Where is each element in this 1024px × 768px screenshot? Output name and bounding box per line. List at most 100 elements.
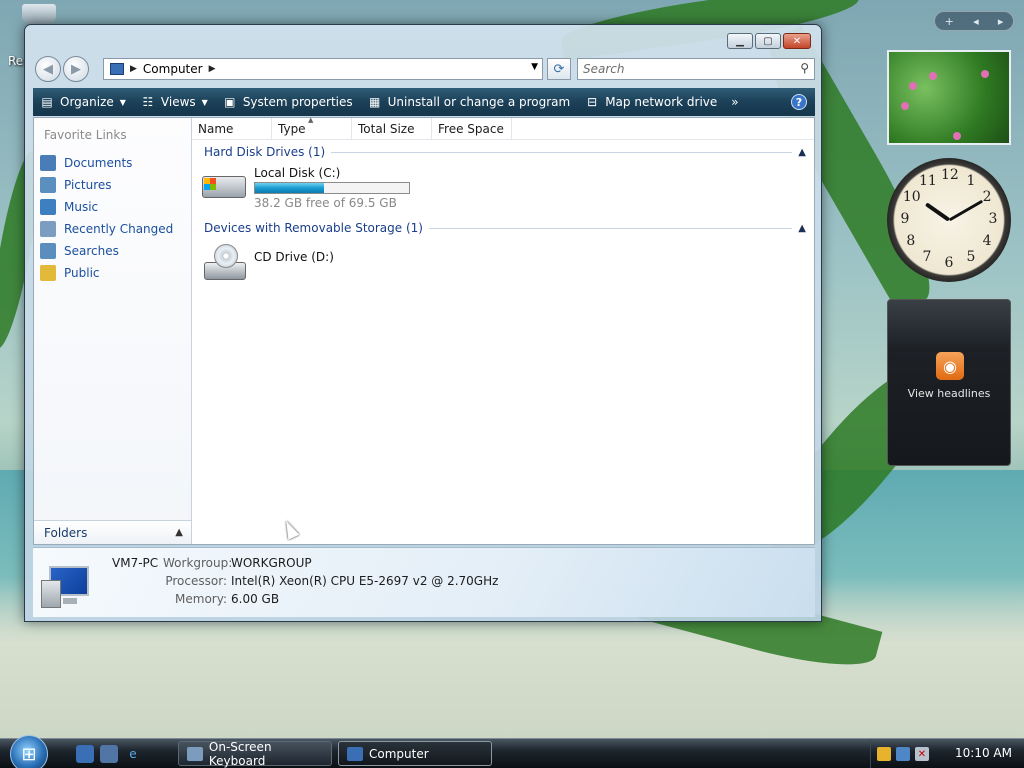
column-free-space[interactable]: Free Space	[432, 118, 512, 139]
file-pane: Name ▲ Type Total Size Free Space Hard D…	[192, 116, 814, 544]
fav-music[interactable]: Music	[40, 196, 173, 218]
documents-icon	[40, 155, 56, 171]
rss-icon: ◉	[936, 352, 964, 380]
address-dropdown-icon[interactable]: ▼	[531, 62, 538, 72]
add-gadget-button[interactable]: +	[945, 15, 954, 28]
sort-indicator-icon: ▲	[308, 116, 314, 124]
close-button[interactable]: ✕	[783, 33, 811, 49]
clock-gadget[interactable]: 12 1 2 3 4 5 6 7 8 9 10 11	[887, 158, 1011, 282]
desktop-icon-label[interactable]: Re	[8, 54, 23, 68]
uninstall-program-button[interactable]: ▦ Uninstall or change a program	[367, 94, 570, 110]
help-button[interactable]: ?	[791, 94, 807, 110]
hard-disk-icon	[200, 166, 248, 202]
navigation-pane: Favorite Links Documents Pictures Music …	[34, 118, 192, 544]
pictures-icon	[40, 177, 56, 193]
column-type[interactable]: ▲ Type	[272, 116, 352, 139]
more-commands-button[interactable]: »	[731, 95, 738, 109]
view-headlines-label[interactable]: View headlines	[888, 387, 1010, 400]
organize-button[interactable]: ▤ Organize ▼	[39, 94, 126, 110]
favorite-links-list: Documents Pictures Music Recently Change…	[40, 152, 173, 284]
drive-name: Local Disk (C:)	[254, 166, 341, 180]
fav-searches[interactable]: Searches	[40, 240, 173, 262]
searches-icon	[40, 243, 56, 259]
breadcrumb-chevron-icon[interactable]: ▶	[209, 64, 216, 74]
drive-local-disk-c[interactable]: Local Disk (C:) 38.2 GB free of 69.5 GB	[200, 166, 410, 210]
search-input[interactable]: Search ⚲	[577, 58, 815, 80]
clock-hour-hand	[924, 202, 951, 222]
fav-recently-changed[interactable]: Recently Changed	[40, 218, 173, 240]
network-icon[interactable]	[896, 747, 910, 761]
public-folder-icon	[40, 265, 56, 281]
task-on-screen-keyboard[interactable]: On-Screen Keyboard	[178, 740, 332, 768]
back-button[interactable]: ◀	[35, 56, 61, 82]
clock-numeral: 9	[900, 211, 910, 227]
drive-usage-bar	[254, 182, 410, 194]
column-total-size[interactable]: Total Size	[352, 118, 432, 139]
show-desktop-icon[interactable]	[76, 745, 94, 763]
clock-numeral: 5	[966, 249, 976, 266]
flower	[981, 70, 989, 78]
clock-numeral: 6	[944, 255, 954, 271]
address-bar[interactable]: ▶ Computer ▶ ▼	[103, 58, 543, 80]
flower	[929, 72, 937, 80]
caption-buttons: ▁ ▢ ✕	[727, 33, 811, 49]
column-name[interactable]: Name	[192, 118, 272, 139]
drive-cd-d[interactable]: CD Drive (D:)	[200, 242, 334, 280]
collapse-icon[interactable]: ▲	[798, 147, 806, 158]
clock-numeral: 4	[982, 233, 992, 249]
slideshow-gadget[interactable]	[887, 50, 1011, 145]
quick-launch: e	[76, 745, 142, 763]
maximize-button[interactable]: ▢	[755, 33, 781, 49]
clock-minute-hand	[948, 199, 983, 222]
start-button[interactable]: ⊞	[10, 735, 48, 768]
forward-button[interactable]: ▶	[63, 56, 89, 82]
clock-time[interactable]: 10:10 AM	[955, 746, 1012, 760]
command-bar: ▤ Organize ▼ ☷ Views ▼ ▣ System properti…	[33, 88, 815, 116]
security-shield-icon[interactable]	[877, 747, 891, 761]
chevron-up-icon[interactable]: ▲	[175, 527, 183, 538]
switch-windows-icon[interactable]	[100, 745, 118, 763]
fav-documents[interactable]: Documents	[40, 152, 173, 174]
computer-icon	[347, 746, 363, 761]
system-properties-button[interactable]: ▣ System properties	[222, 94, 352, 110]
refresh-button[interactable]: ⟳	[547, 58, 571, 80]
minimize-button[interactable]: ▁	[727, 33, 753, 49]
computer-name: VM7-PC	[112, 556, 159, 570]
collapse-icon[interactable]: ▲	[798, 223, 806, 234]
flower	[909, 82, 917, 90]
folders-toggle[interactable]: Folders ▲	[34, 520, 191, 544]
map-network-drive-button[interactable]: ⊟ Map network drive	[584, 94, 717, 110]
fav-public[interactable]: Public	[40, 262, 173, 284]
feed-headlines-gadget[interactable]: ◉ View headlines	[887, 299, 1011, 466]
clock-numeral: 12	[941, 167, 959, 183]
taskbar: ⊞ e On-Screen Keyboard Computer ✕ 10:10 …	[0, 735, 1024, 768]
task-computer[interactable]: Computer	[338, 741, 492, 766]
flower	[901, 102, 909, 110]
group-removable-storage[interactable]: Devices with Removable Storage (1) ▲	[204, 219, 806, 237]
favorite-links-title: Favorite Links	[44, 128, 127, 142]
recycle-bin-icon[interactable]	[22, 4, 56, 24]
clock-numeral: 8	[906, 233, 916, 249]
cd-drive-icon	[200, 242, 248, 280]
clock-numeral: 7	[922, 249, 932, 266]
prev-gadget-button[interactable]: ◂	[973, 15, 979, 28]
internet-explorer-icon[interactable]: e	[124, 745, 142, 763]
volume-muted-icon[interactable]: ✕	[915, 747, 929, 761]
processor-row: Processor: Intel(R) Xeon(R) CPU E5-2697 v…	[165, 574, 499, 588]
breadcrumb-chevron-icon[interactable]: ▶	[130, 64, 137, 74]
search-placeholder: Search	[583, 62, 625, 76]
explorer-window: ▁ ▢ ✕ ◀ ▶ ▶ Computer ▶ ▼ ⟳ Search ⚲ ▤ Or…	[24, 24, 822, 622]
group-hard-disk-drives[interactable]: Hard Disk Drives (1) ▲	[204, 143, 806, 161]
music-icon	[40, 199, 56, 215]
programs-icon: ▦	[368, 95, 381, 109]
next-gadget-button[interactable]: ▸	[998, 15, 1004, 28]
sidebar-controls: + ◂ ▸	[934, 11, 1014, 31]
views-button[interactable]: ☷ Views ▼	[140, 94, 208, 110]
drive-name: CD Drive (D:)	[254, 250, 334, 264]
computer-icon	[110, 63, 124, 75]
breadcrumb-computer[interactable]: Computer	[143, 62, 203, 76]
network-drive-icon: ⊟	[587, 95, 598, 109]
search-icon[interactable]: ⚲	[800, 61, 809, 75]
fav-pictures[interactable]: Pictures	[40, 174, 173, 196]
clock-numeral: 1	[966, 172, 976, 189]
